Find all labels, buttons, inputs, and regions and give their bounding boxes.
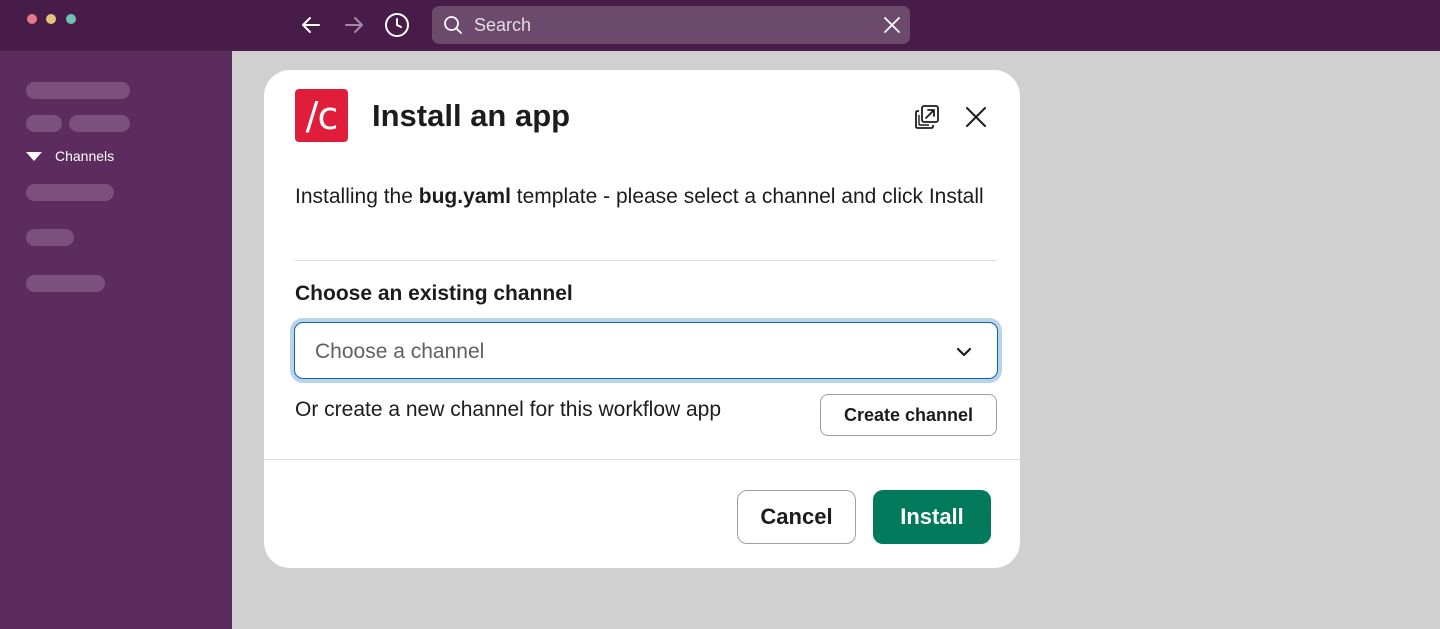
open-in-window-button[interactable] [910, 100, 944, 134]
clear-search-icon[interactable] [882, 15, 902, 35]
sidebar-placeholder-item [69, 115, 130, 132]
forward-button[interactable] [339, 10, 369, 40]
caret-down-icon [26, 151, 42, 161]
sidebar-placeholder-item [26, 82, 130, 99]
popout-icon [915, 105, 939, 129]
app-logo-text: /c [305, 93, 339, 138]
sidebar-placeholder-item [26, 275, 105, 292]
back-button[interactable] [296, 10, 326, 40]
title-bar [0, 0, 1440, 51]
install-app-dialog: /c Install an app Installing the bug.yam… [264, 70, 1020, 568]
footer-divider [264, 459, 1020, 460]
search-bar[interactable] [432, 6, 910, 44]
sidebar: Channels [0, 51, 232, 629]
arrow-right-icon [345, 17, 363, 33]
maximize-window-dot[interactable] [66, 14, 76, 24]
description-suffix: template - please select a channel and c… [510, 185, 984, 208]
sidebar-section-channels[interactable]: Channels [26, 148, 114, 164]
install-button[interactable]: Install [873, 490, 991, 544]
sidebar-placeholder-item [26, 229, 74, 246]
search-icon [444, 16, 462, 34]
chevron-down-icon [956, 347, 972, 357]
description-prefix: Installing the [295, 185, 419, 208]
close-dialog-button[interactable] [959, 100, 993, 134]
close-icon [966, 107, 986, 127]
create-channel-button[interactable]: Create channel [820, 394, 997, 436]
search-input[interactable] [474, 14, 854, 36]
template-name: bug.yaml [418, 185, 511, 208]
sidebar-placeholder-item [26, 184, 114, 201]
dialog-description: Installing the bug.yaml template - pleas… [295, 180, 985, 213]
sidebar-section-label: Channels [55, 148, 115, 164]
arrow-left-icon [302, 17, 320, 33]
channel-select-placeholder: Choose a channel [315, 340, 485, 363]
dialog-title: Install an app [372, 98, 571, 133]
clock-icon [385, 13, 409, 37]
minimize-window-dot[interactable] [46, 14, 56, 24]
app-logo: /c [295, 89, 348, 142]
sidebar-placeholder-item [26, 115, 62, 132]
channel-select[interactable]: Choose a channel [294, 322, 998, 379]
channel-section-label: Choose an existing channel [295, 282, 573, 305]
close-window-dot[interactable] [27, 14, 37, 24]
create-channel-hint: Or create a new channel for this workflo… [295, 398, 722, 421]
divider [295, 260, 997, 261]
history-button[interactable] [382, 10, 412, 40]
cancel-button[interactable]: Cancel [737, 490, 856, 544]
